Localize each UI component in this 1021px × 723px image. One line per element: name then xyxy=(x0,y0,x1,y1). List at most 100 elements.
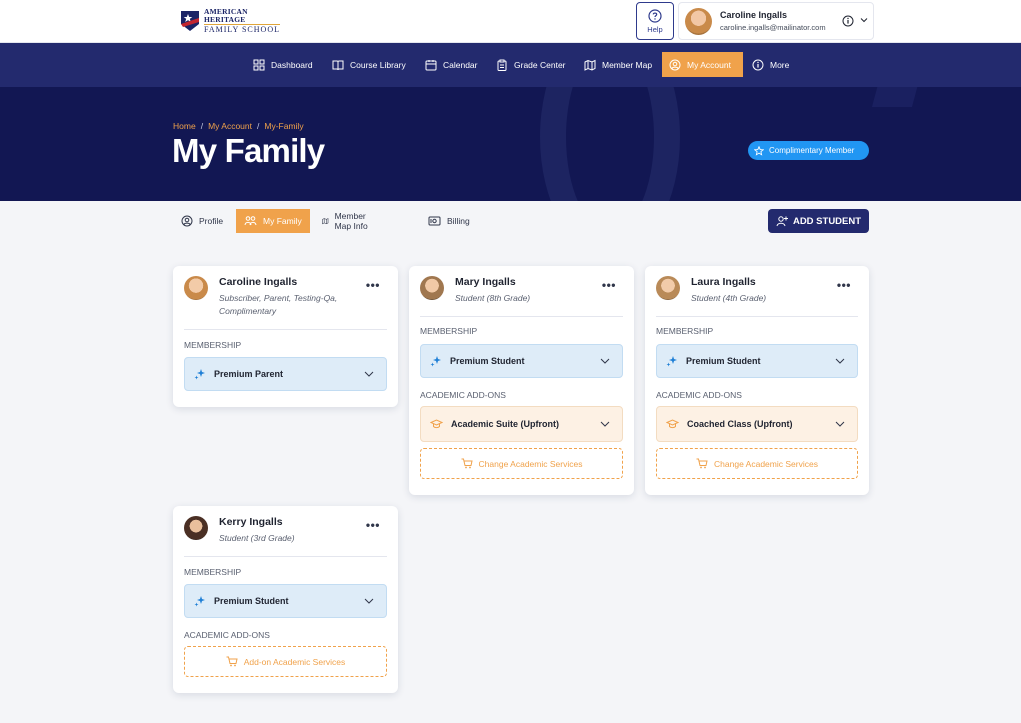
avatar xyxy=(685,7,712,35)
graduation-cap-icon xyxy=(430,419,443,429)
avatar xyxy=(656,276,680,300)
help-button[interactable]: Help xyxy=(636,2,674,40)
brand-logo[interactable]: American Heritage Family School xyxy=(180,8,280,34)
more-options-icon[interactable]: ••• xyxy=(837,278,851,292)
nav-item-grade-center[interactable]: Grade Center xyxy=(489,52,573,77)
breadcrumb: Home / My Account / My-Family xyxy=(173,121,304,131)
nav-item-dashboard[interactable]: Dashboard xyxy=(246,52,320,77)
more-options-icon[interactable]: ••• xyxy=(366,278,380,292)
academic-addons-label: ACADEMIC ADD-ONS xyxy=(656,390,742,400)
help-label: Help xyxy=(647,24,663,34)
calendar-icon xyxy=(425,59,437,70)
nav-item-course-library[interactable]: Course Library xyxy=(325,52,413,77)
add-student-button[interactable]: ADD STUDENT xyxy=(768,209,869,233)
nav-item-my-account[interactable]: My Account xyxy=(662,52,743,77)
chevron-down-icon xyxy=(835,421,845,427)
chevron-down-icon xyxy=(600,358,610,364)
tab-member-map-info[interactable]: Member Map Info xyxy=(314,209,379,233)
member-role: Subscriber, Parent, Testing-Qa, Complime… xyxy=(219,293,338,316)
badge-label: Complimentary Member xyxy=(769,146,855,155)
academic-addons-label: ACADEMIC ADD-ONS xyxy=(420,390,506,400)
map-icon xyxy=(584,59,596,71)
nav-item-member-map[interactable]: Member Map xyxy=(577,52,659,77)
breadcrumb-separator: / xyxy=(200,121,204,131)
member-role: Student (4th Grade) xyxy=(691,293,767,303)
sparkle-icon xyxy=(194,369,205,380)
add-on-academic-services-button[interactable]: Add-on Academic Services xyxy=(184,646,387,677)
dashboard-icon xyxy=(253,59,265,70)
tab-label: Profile xyxy=(199,216,224,226)
billing-icon xyxy=(428,216,441,226)
member-name: Caroline Ingalls xyxy=(219,276,298,288)
more-options-icon[interactable]: ••• xyxy=(602,278,616,292)
status-badge: Complimentary Member xyxy=(748,141,869,160)
change-academic-services-button[interactable]: Change Academic Services xyxy=(656,448,858,479)
addon-select[interactable]: Academic Suite (Upfront) xyxy=(420,406,623,442)
more-options-icon[interactable]: ••• xyxy=(366,518,380,532)
sparkle-icon xyxy=(666,356,677,367)
breadcrumb-my-family: My-Family xyxy=(264,121,304,131)
chevron-down-icon xyxy=(835,358,845,364)
membership-value: Premium Student xyxy=(450,356,525,366)
hero-decoration xyxy=(871,87,929,107)
sparkle-icon xyxy=(430,356,441,367)
tab-label: My Family xyxy=(263,216,302,226)
nav-item-more[interactable]: More xyxy=(745,52,796,77)
membership-select[interactable]: Premium Student xyxy=(184,584,387,618)
clipboard-icon xyxy=(497,59,507,71)
tab-profile[interactable]: Profile xyxy=(173,209,231,233)
avatar xyxy=(184,516,208,540)
nav-label: More xyxy=(770,59,790,70)
page-title: My Family xyxy=(172,132,325,169)
membership-select[interactable]: Premium Parent xyxy=(184,357,387,391)
member-card: Laura Ingalls Student (4th Grade) ••• ME… xyxy=(645,266,869,495)
membership-select[interactable]: Premium Student xyxy=(656,344,858,378)
membership-value: Premium Student xyxy=(214,596,289,606)
membership-label: MEMBERSHIP xyxy=(420,326,478,336)
divider xyxy=(656,316,858,317)
tab-billing[interactable]: Billing xyxy=(420,209,478,233)
breadcrumb-home[interactable]: Home xyxy=(173,121,196,131)
change-academic-services-button[interactable]: Change Academic Services xyxy=(420,448,623,479)
nav-item-calendar[interactable]: Calendar xyxy=(418,52,485,77)
cart-icon xyxy=(226,656,238,667)
brand-line-2: Family School xyxy=(204,25,280,34)
chevron-down-icon xyxy=(364,598,374,604)
map-icon xyxy=(322,218,329,225)
sparkle-icon xyxy=(194,596,205,607)
member-name: Laura Ingalls xyxy=(691,276,756,288)
divider xyxy=(184,556,387,557)
chevron-down-icon[interactable] xyxy=(860,16,868,24)
member-card: Mary Ingalls Student (8th Grade) ••• MEM… xyxy=(409,266,634,495)
graduation-cap-icon xyxy=(666,419,679,429)
nav-label: Dashboard xyxy=(271,59,313,70)
member-role: Student (8th Grade) xyxy=(455,293,531,303)
nav-label: Course Library xyxy=(350,59,406,70)
info-circle-icon[interactable] xyxy=(842,15,854,27)
user-email: caroline.ingalls@mailinator.com xyxy=(720,23,826,32)
addon-value: Academic Suite (Upfront) xyxy=(451,419,560,429)
membership-label: MEMBERSHIP xyxy=(656,326,714,336)
tab-label: Billing xyxy=(447,216,470,226)
nav-label: My Account xyxy=(687,59,731,70)
star-icon xyxy=(754,145,764,156)
nav-label: Grade Center xyxy=(514,59,566,70)
button-label: Add-on Academic Services xyxy=(243,656,346,667)
addon-select[interactable]: Coached Class (Upfront) xyxy=(656,406,858,442)
tab-my-family[interactable]: My Family xyxy=(236,209,310,233)
add-student-label: ADD STUDENT xyxy=(792,215,862,227)
academic-addons-label: ACADEMIC ADD-ONS xyxy=(184,630,270,640)
membership-value: Premium Student xyxy=(686,356,761,366)
button-label: Change Academic Services xyxy=(478,458,583,469)
avatar xyxy=(184,276,208,300)
membership-label: MEMBERSHIP xyxy=(184,567,242,577)
member-name: Kerry Ingalls xyxy=(219,516,283,528)
membership-select[interactable]: Premium Student xyxy=(420,344,623,378)
info-circle-icon xyxy=(752,59,764,70)
add-user-icon xyxy=(776,216,788,227)
main-nav: Dashboard Course Library Calendar Grade … xyxy=(0,43,1021,87)
breadcrumb-my-account[interactable]: My Account xyxy=(208,121,252,131)
user-menu[interactable]: Caroline Ingalls caroline.ingalls@mailin… xyxy=(678,2,874,40)
page-hero: Home / My Account / My-Family My Family … xyxy=(0,87,1021,201)
question-circle-icon xyxy=(648,8,662,23)
